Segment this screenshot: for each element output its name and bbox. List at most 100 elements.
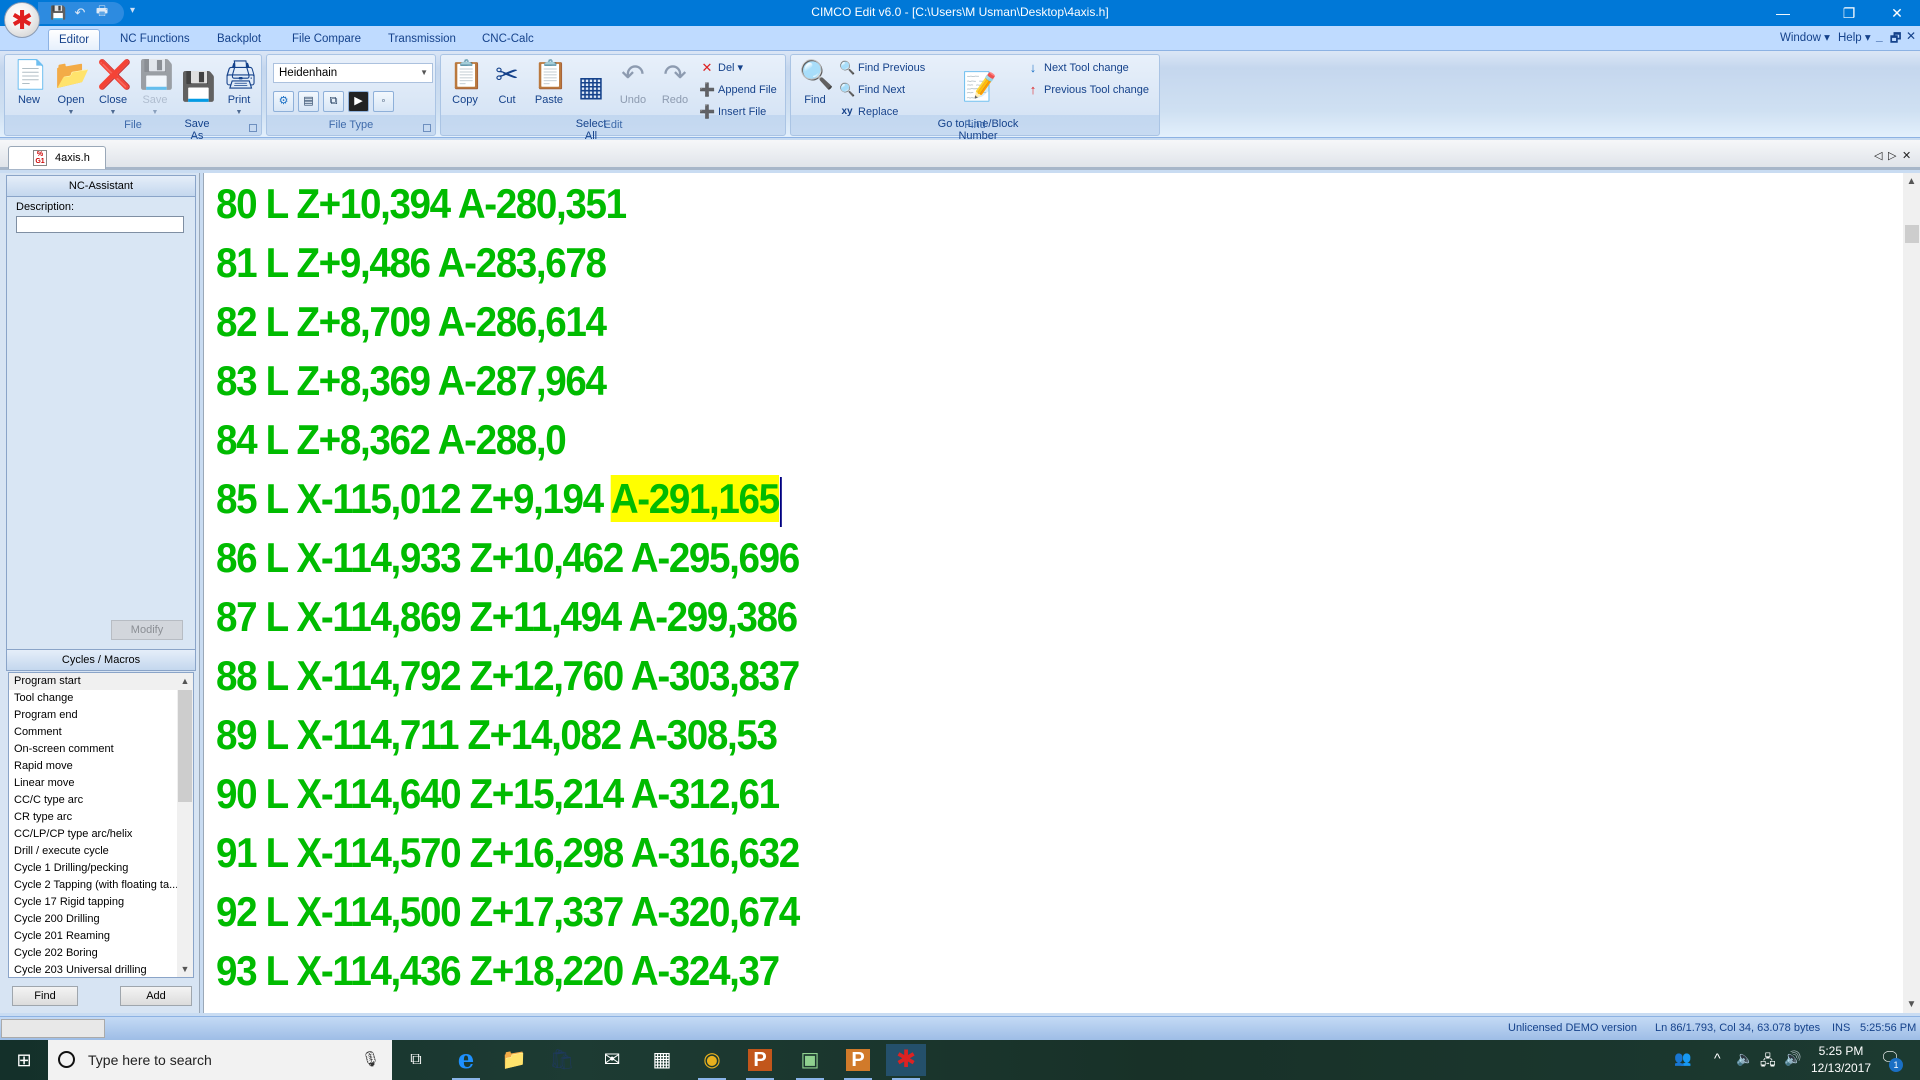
scroll-up-icon[interactable]: ▲ [1903, 173, 1920, 190]
macro-list-item[interactable]: Cycle 200 Drilling [9, 911, 177, 928]
task-view-icon[interactable]: ⧉ [396, 1044, 436, 1076]
minimize-button[interactable]: — [1760, 0, 1806, 26]
show-hidden-icons-icon[interactable]: ^ [1714, 1050, 1721, 1066]
macro-list-item[interactable]: Rapid move [9, 758, 177, 775]
copy-button[interactable]: 📋 Copy [445, 57, 485, 121]
previous-tool-change-button[interactable]: ↑ Previous Tool change [1025, 81, 1149, 99]
taskbar-search[interactable]: Type here to search 🎙 [48, 1040, 392, 1080]
paste-button[interactable]: 📋 Paste [529, 57, 569, 121]
macro-list-item[interactable]: Cycle 201 Reaming [9, 928, 177, 945]
filetype-tool-1-button[interactable]: ⚙ [273, 91, 294, 112]
code-line[interactable]: 81 L Z+9,486 A-283,678 [216, 233, 607, 292]
macro-list-item[interactable]: Program end [9, 707, 177, 724]
macro-list-item[interactable]: On-screen comment [9, 741, 177, 758]
scroll-thumb[interactable] [1905, 225, 1919, 243]
code-line[interactable]: 93 L X-114,436 Z+18,220 A-324,37 [216, 941, 780, 1000]
append-file-button[interactable]: ➕ Append File [699, 81, 777, 99]
save-as-button[interactable]: 💾 Save As [177, 57, 217, 142]
tab-scroll-right-icon[interactable]: ▷ [1888, 149, 1896, 162]
macro-list-item[interactable]: CC/LP/CP type arc/helix [9, 826, 177, 843]
code-line[interactable]: 82 L Z+8,709 A-286,614 [216, 292, 607, 351]
macro-list-item[interactable]: Cycle 1 Drilling/pecking [9, 860, 177, 877]
mdi-restore-button[interactable]: 🗗 [1890, 29, 1901, 50]
file-explorer-icon[interactable]: 📁 [494, 1044, 534, 1076]
next-tool-change-button[interactable]: ↓ Next Tool change [1025, 59, 1129, 77]
people-icon[interactable]: 👥 [1674, 1050, 1691, 1067]
macro-list-item[interactable]: Program start [9, 673, 177, 690]
macro-list-item[interactable]: Comment [9, 724, 177, 741]
volume-warning-icon[interactable]: 🔈 [1736, 1050, 1753, 1067]
cimco-taskbar-icon[interactable]: ✱ [886, 1044, 926, 1080]
editor-scrollbar[interactable]: ▲ ▼ [1903, 173, 1920, 1013]
tab-nc-functions[interactable]: NC Functions [110, 29, 200, 50]
code-line[interactable]: 91 L X-114,570 Z+16,298 A-316,632 [216, 823, 800, 882]
find-button[interactable]: 🔍 Find [795, 57, 835, 121]
speaker-icon[interactable]: 🔊 [1784, 1050, 1801, 1067]
macro-list-item[interactable]: CR type arc [9, 809, 177, 826]
tab-scroll-left-icon[interactable]: ◁ [1874, 149, 1882, 162]
green-app-icon[interactable]: ▣ [790, 1044, 830, 1080]
scroll-down-icon[interactable]: ▼ [177, 961, 193, 977]
macro-list-item[interactable]: Drill / execute cycle [9, 843, 177, 860]
taskbar-clock[interactable]: 5:25 PM 12/13/2017 [1806, 1043, 1876, 1077]
filetype-tool-4-button[interactable]: ▶ [348, 91, 369, 112]
tab-close-icon[interactable]: ✕ [1902, 149, 1911, 162]
document-tab-4axis[interactable]: % G1 4axis.h [8, 146, 106, 169]
undo-button[interactable]: ↶ Undo [613, 57, 653, 121]
macro-list-item[interactable]: Tool change [9, 690, 177, 707]
tab-editor[interactable]: Editor [48, 29, 101, 50]
mdi-minimize-button[interactable]: _ [1876, 29, 1883, 43]
code-editor[interactable]: 80 L Z+10,394 A-280,351 81 L Z+9,486 A-28… [203, 173, 1920, 1013]
code-line[interactable]: 89 L X-114,711 Z+14,082 A-308,53 [216, 705, 778, 764]
code-line[interactable]: 83 L Z+8,369 A-287,964 [216, 351, 607, 410]
new-button[interactable]: 📄 New [9, 57, 49, 121]
macro-list-scrollbar[interactable]: ▲ ▼ [177, 673, 193, 977]
save-button[interactable]: 💾 Save ▼ [135, 57, 175, 121]
restore-button[interactable]: ❐ [1826, 0, 1872, 26]
tab-file-compare[interactable]: File Compare [282, 29, 371, 50]
close-file-button[interactable]: ❌ Close ▼ [93, 57, 133, 121]
tab-backplot[interactable]: Backplot [207, 29, 271, 50]
code-line[interactable]: 84 L Z+8,362 A-288,0 [216, 410, 567, 469]
calculator-icon[interactable]: ▦ [642, 1044, 682, 1076]
powerpoint-2-icon[interactable]: P [838, 1044, 878, 1080]
macro-list-item[interactable]: Cycle 17 Rigid tapping [9, 894, 177, 911]
macro-list-item[interactable]: Cycle 203 Universal drilling [9, 962, 177, 977]
action-center-icon[interactable]: 🗨 1 [1880, 1048, 1903, 1072]
microphone-icon[interactable]: 🎙 [361, 1050, 380, 1068]
find-previous-button[interactable]: 🔍 Find Previous [839, 59, 925, 77]
redo-button[interactable]: ↷ Redo [655, 57, 695, 121]
cut-button[interactable]: ✂ Cut [487, 57, 527, 121]
find-next-button[interactable]: 🔍 Find Next [839, 81, 905, 99]
modify-button[interactable]: Modify [111, 620, 183, 640]
code-line[interactable]: 92 L X-114,500 Z+17,337 A-320,674 [216, 882, 800, 941]
window-menu[interactable]: Window ▾ [1780, 30, 1830, 44]
code-line[interactable]: 80 L Z+10,394 A-280,351 [216, 174, 627, 233]
filetype-tool-3-button[interactable]: ⧉ [323, 91, 344, 112]
filetype-tool-5-button[interactable]: ◦ [373, 91, 394, 112]
powerpoint-icon[interactable]: P [740, 1044, 780, 1080]
help-menu[interactable]: Help ▾ [1838, 30, 1871, 44]
chrome-icon[interactable]: ◉ [692, 1044, 732, 1080]
print-button[interactable]: 🖨 Print ▼ [219, 57, 259, 121]
code-line[interactable]: 86 L X-114,933 Z+10,462 A-295,696 [216, 528, 800, 587]
macro-list-item[interactable]: Linear move [9, 775, 177, 792]
network-icon[interactable]: 🖧 [1760, 1050, 1776, 1074]
delete-button[interactable]: ✕ Del ▾ [699, 59, 744, 77]
macro-add-button[interactable]: Add [120, 986, 192, 1006]
edge-icon[interactable]: e [446, 1044, 486, 1080]
code-line[interactable]: 85 L X-115,012 Z+9,194 A-291,165 [216, 469, 782, 528]
start-button[interactable]: ⊞ [0, 1040, 48, 1080]
close-button[interactable]: ✕ [1874, 0, 1920, 26]
macro-find-button[interactable]: Find [12, 986, 78, 1006]
scroll-down-icon[interactable]: ▼ [1903, 996, 1920, 1013]
macro-list-item[interactable]: CC/C type arc [9, 792, 177, 809]
scroll-up-icon[interactable]: ▲ [177, 673, 193, 689]
macro-list[interactable]: Program start Tool change Program end Comme… [8, 672, 194, 978]
file-type-select[interactable]: Heidenhain ▼ [273, 63, 433, 83]
code-line[interactable]: 88 L X-114,792 Z+12,760 A-303,837 [216, 646, 800, 705]
mdi-close-button[interactable]: ✕ [1906, 29, 1916, 43]
store-icon[interactable]: 🛍 [542, 1044, 582, 1076]
application-menu-button[interactable]: ✱ [4, 2, 40, 38]
open-button[interactable]: 📂 Open ▼ [51, 57, 91, 121]
